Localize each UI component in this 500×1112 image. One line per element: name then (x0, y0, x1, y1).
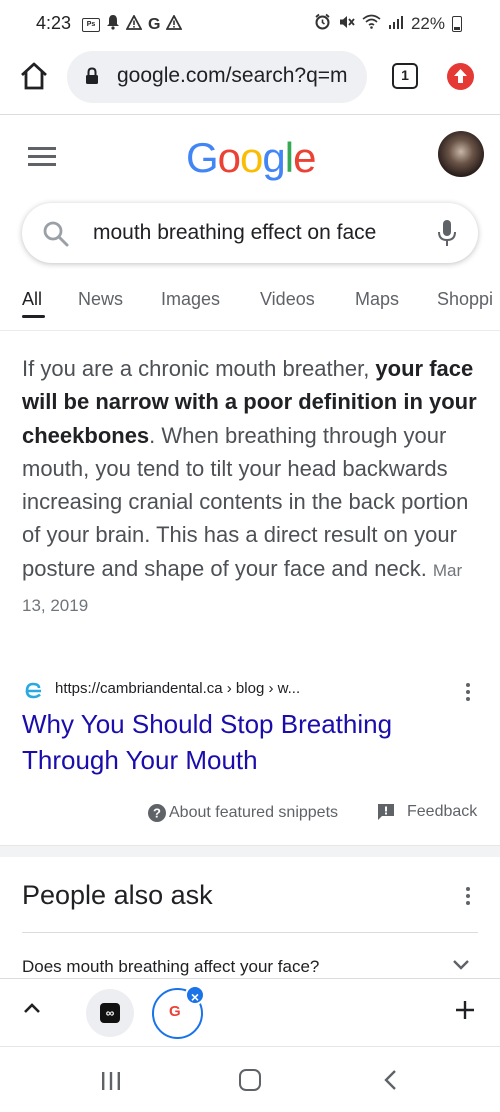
paa-more-options-icon[interactable] (466, 887, 472, 908)
feedback-icon (378, 804, 394, 820)
about-featured-snippets-link[interactable]: ? About featured snippets (147, 803, 338, 823)
toolbar-divider (0, 114, 500, 115)
logo-letter: o (217, 134, 241, 181)
tab-images[interactable]: Images (161, 289, 220, 310)
tab-all[interactable]: All (22, 289, 42, 310)
new-tab-icon[interactable] (454, 999, 476, 1026)
search-tabs: All News Images Videos Maps Shoppi (0, 285, 500, 325)
lock-icon (85, 67, 99, 90)
svg-text:?: ? (153, 806, 161, 821)
arrow-up-icon (454, 69, 467, 83)
logo-letter: o (240, 134, 263, 181)
home-button[interactable] (18, 60, 50, 92)
notification-bell-icon (106, 14, 120, 35)
active-tab-indicator (22, 315, 45, 318)
home-nav-icon[interactable] (239, 1069, 261, 1091)
alarm-icon (314, 13, 331, 35)
status-time: 4:23 (36, 13, 72, 33)
people-also-ask-title: People also ask (22, 880, 213, 910)
mute-icon (338, 14, 355, 35)
chevron-down-icon[interactable] (452, 958, 470, 976)
search-input[interactable]: mouth breathing effect on face (93, 221, 376, 245)
status-right-icons: 22% (314, 13, 462, 35)
signal-icon (388, 14, 404, 34)
avatar[interactable] (438, 131, 484, 177)
about-featured-snippets-label: About featured snippets (169, 804, 339, 821)
paa-question[interactable]: Does mouth breathing affect your face? (22, 957, 319, 977)
tab-maps[interactable]: Maps (355, 289, 399, 310)
logo-letter: l (284, 134, 294, 181)
logo-letter: e (293, 134, 316, 181)
tab-news[interactable]: News (78, 289, 123, 310)
tab-videos[interactable]: Videos (260, 289, 315, 310)
battery-percent: 22% (410, 14, 445, 33)
back-icon[interactable] (382, 1069, 398, 1096)
logo-letter: g (262, 134, 285, 181)
tab-strip: ∞ G × (0, 978, 500, 1046)
system-nav-bar (0, 1046, 500, 1112)
menu-icon[interactable] (28, 147, 56, 167)
battery-icon (452, 16, 462, 32)
recent-apps-icon[interactable] (100, 1071, 122, 1096)
source-row[interactable]: https://cambriandental.ca › blog › w... (22, 678, 478, 702)
address-bar[interactable]: google.com/search?q=m (67, 51, 367, 103)
feedback-link[interactable]: Feedback (377, 803, 477, 821)
warning-icon (125, 13, 143, 35)
app-favicon-icon: ∞ (100, 1003, 120, 1023)
source-url: https://cambriandental.ca › blog › w... (55, 680, 301, 697)
home-icon (21, 62, 47, 90)
wifi-icon (362, 14, 381, 34)
status-bar: 4:23 Ps G 22% (0, 0, 500, 46)
mic-icon[interactable] (437, 218, 457, 253)
warning-icon (165, 13, 183, 35)
logo-letter: G (186, 134, 219, 181)
help-icon: ? (148, 804, 166, 822)
snippet-footer: ? About featured snippets Feedback (0, 800, 500, 828)
search-icon (42, 220, 70, 253)
url-text: google.com/search?q=m (117, 64, 348, 87)
google-g-icon: G (169, 1003, 181, 1020)
tabs-divider (0, 330, 500, 331)
tab-shopping[interactable]: Shoppi (437, 289, 493, 310)
update-button[interactable] (447, 63, 474, 90)
search-box[interactable]: mouth breathing effect on face (22, 203, 478, 263)
tab-thumbnail-1[interactable]: ∞ (86, 989, 134, 1037)
result-more-options-icon[interactable] (466, 683, 472, 704)
chevron-up-icon[interactable] (22, 1001, 42, 1020)
status-left-icons: Ps G (82, 13, 183, 35)
section-separator (0, 845, 500, 857)
google-logo[interactable]: Google (186, 134, 316, 182)
tab-switcher-button[interactable]: 1 (392, 63, 418, 89)
paa-divider (22, 932, 478, 933)
result-title-link[interactable]: Why You Should Stop Breathing Through Yo… (22, 706, 442, 778)
g-icon: G (148, 15, 161, 33)
close-tab-icon[interactable]: × (185, 985, 205, 1005)
site-favicon-icon (22, 679, 44, 701)
featured-snippet-text: If you are a chronic mouth breather, you… (22, 352, 478, 622)
browser-toolbar: google.com/search?q=m 1 (0, 46, 500, 110)
snippet-text-before: If you are a chronic mouth breather, (22, 356, 376, 381)
data-saver-icon: Ps (82, 17, 100, 32)
feedback-label: Feedback (407, 803, 478, 820)
